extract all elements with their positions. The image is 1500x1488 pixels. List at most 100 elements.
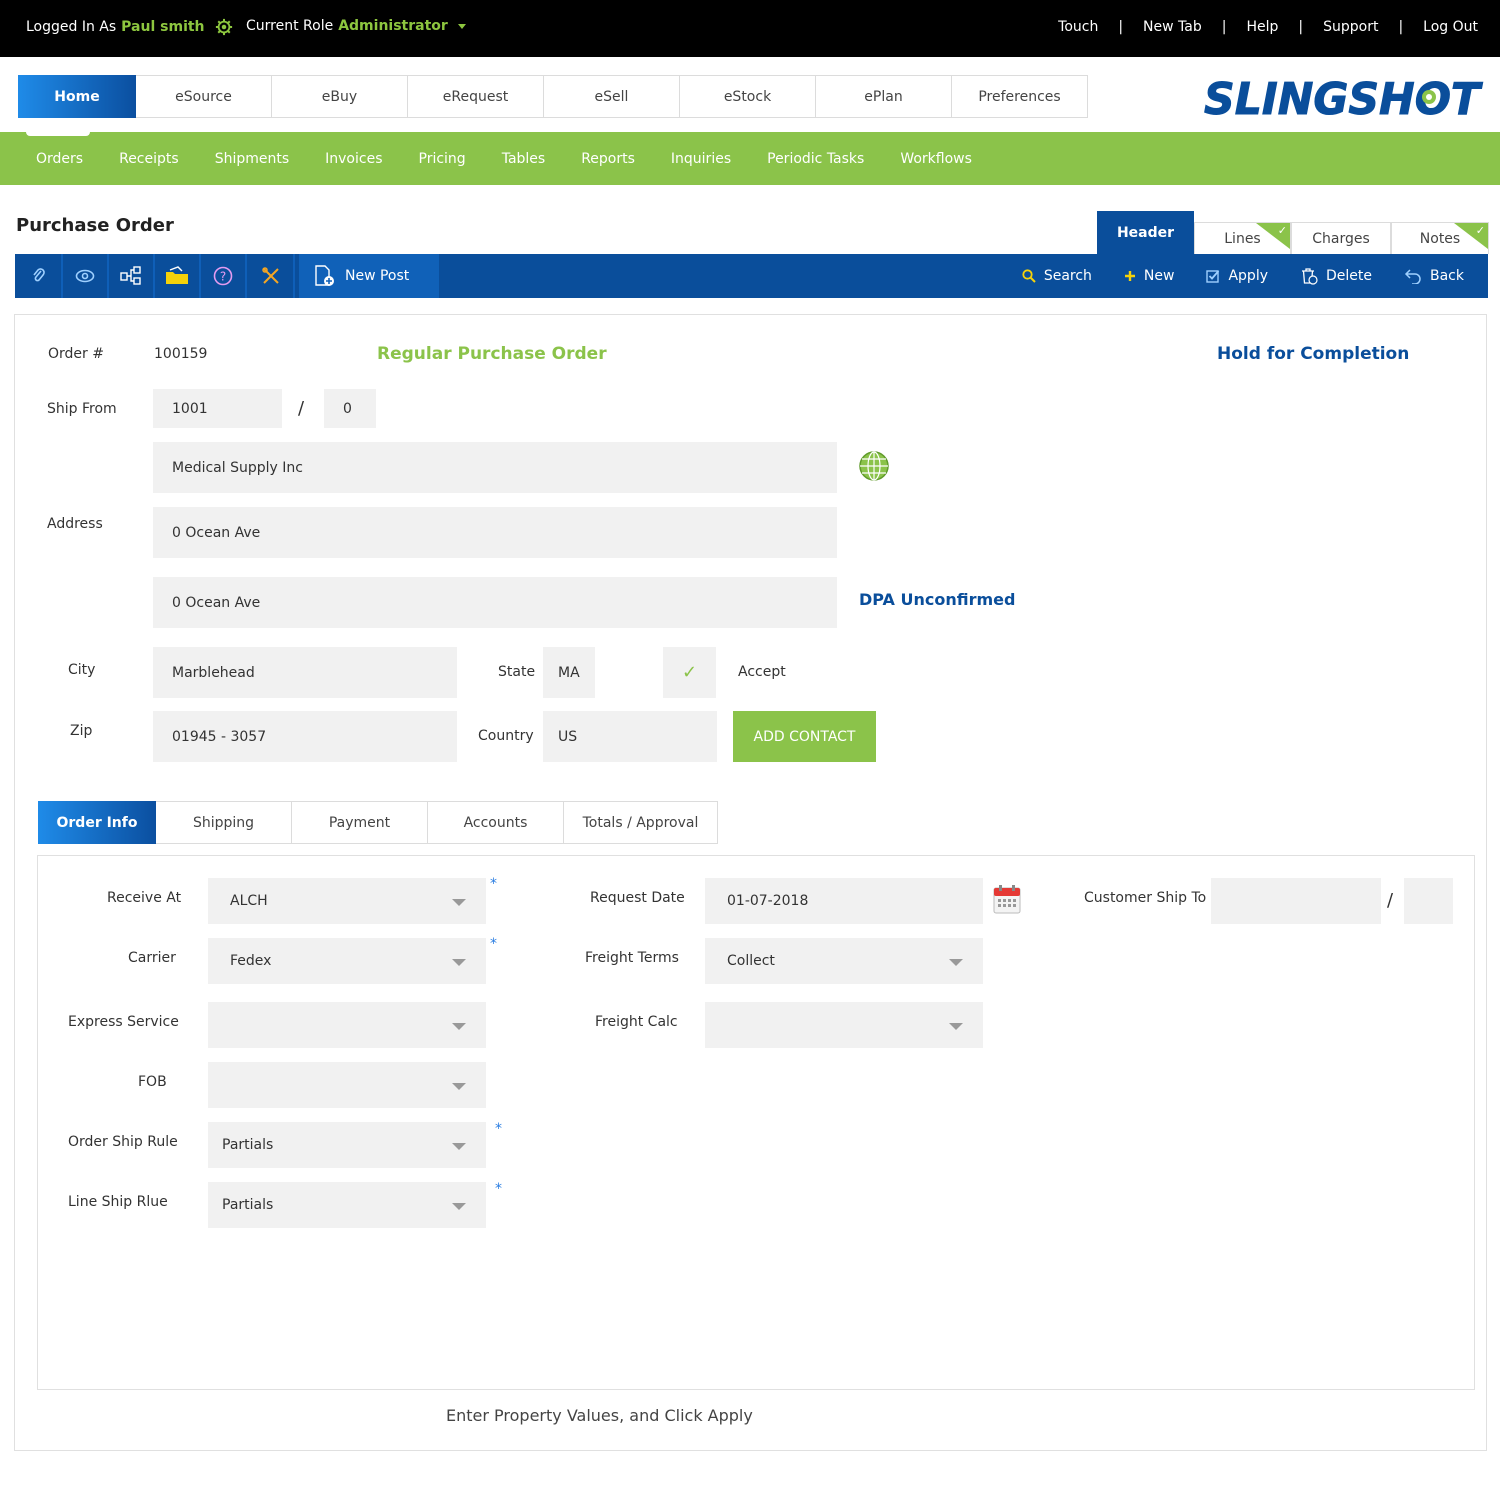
delete-button[interactable]: Delete <box>1300 267 1372 285</box>
chevron-down-icon <box>452 959 466 966</box>
user-name[interactable]: Paul smith <box>121 19 204 35</box>
request-date-label: Request Date <box>590 890 685 906</box>
tab-esell[interactable]: eSell <box>544 75 680 118</box>
gear-icon[interactable] <box>215 18 233 36</box>
chevron-down-icon[interactable] <box>457 23 466 29</box>
back-button[interactable]: Back <box>1404 268 1464 284</box>
chevron-down-icon <box>452 1203 466 1210</box>
tools-button[interactable] <box>249 254 295 298</box>
tab-home[interactable]: Home <box>18 75 136 118</box>
customer-ship-to-suffix-input[interactable] <box>1404 878 1453 924</box>
tab-eplan[interactable]: ePlan <box>816 75 952 118</box>
link-support[interactable]: Support <box>1323 19 1378 35</box>
status-message: Enter Property Values, and Click Apply <box>446 1406 753 1425</box>
chevron-down-icon <box>452 1023 466 1030</box>
country-input[interactable]: US <box>543 711 717 762</box>
tab-preferences[interactable]: Preferences <box>952 75 1088 118</box>
freight-calc-select[interactable] <box>705 1002 983 1048</box>
nav-receipts[interactable]: Receipts <box>119 151 179 167</box>
tab-esource[interactable]: eSource <box>136 75 272 118</box>
required-marker: * <box>490 876 497 892</box>
address-name-input[interactable]: Medical Supply Inc <box>153 442 837 493</box>
add-contact-button[interactable]: ADD CONTACT <box>733 711 876 762</box>
view-button[interactable] <box>63 254 109 298</box>
tab-charges[interactable]: Charges <box>1291 222 1391 254</box>
state-input[interactable]: MA <box>543 647 595 698</box>
nav-tables[interactable]: Tables <box>502 151 546 167</box>
role-selector[interactable]: Current Role Administrator <box>246 18 466 34</box>
line-ship-rule-value: Partials <box>222 1197 274 1213</box>
nav-pricing[interactable]: Pricing <box>419 151 466 167</box>
ship-from-id-input[interactable]: 1001 <box>153 389 282 428</box>
calendar-icon[interactable] <box>993 884 1021 914</box>
tab-totals-approval[interactable]: Totals / Approval <box>564 801 718 844</box>
express-service-select[interactable] <box>208 1002 486 1048</box>
order-status: Hold for Completion <box>1217 344 1410 364</box>
required-marker: * <box>495 1181 502 1197</box>
tab-ebuy[interactable]: eBuy <box>272 75 408 118</box>
role-name[interactable]: Administrator <box>338 18 448 34</box>
hierarchy-icon <box>120 266 141 285</box>
attach-button[interactable] <box>17 254 63 298</box>
tab-shipping[interactable]: Shipping <box>156 801 292 844</box>
address-line1-input[interactable]: 0 Ocean Ave <box>153 507 837 558</box>
hierarchy-button[interactable] <box>109 254 155 298</box>
accept-checkbox[interactable]: ✓ <box>663 647 716 698</box>
customer-ship-to-input[interactable] <box>1211 878 1381 924</box>
tab-payment[interactable]: Payment <box>292 801 428 844</box>
delete-label: Delete <box>1326 268 1372 284</box>
trash-icon <box>1302 268 1318 285</box>
chevron-down-icon <box>452 899 466 906</box>
link-log-out[interactable]: Log Out <box>1423 19 1478 35</box>
link-help[interactable]: Help <box>1246 19 1278 35</box>
express-service-label: Express Service <box>68 1014 179 1030</box>
zip-input[interactable]: 01945 - 3057 <box>153 711 457 762</box>
link-new-tab[interactable]: New Tab <box>1143 19 1202 35</box>
new-post-label: New Post <box>345 268 410 284</box>
help-button[interactable]: ? <box>201 254 247 298</box>
separator: | <box>1398 19 1404 35</box>
help-icon: ? <box>213 266 233 286</box>
link-touch[interactable]: Touch <box>1058 19 1098 35</box>
request-date-input[interactable]: 01-07-2018 <box>705 878 983 924</box>
search-button[interactable]: Search <box>1022 268 1092 284</box>
new-post-button[interactable]: New Post <box>299 254 439 298</box>
apply-button[interactable]: Apply <box>1206 268 1268 284</box>
order-ship-rule-select[interactable]: Partials <box>208 1122 486 1168</box>
zip-value: 01945 - 3057 <box>172 728 267 745</box>
freight-terms-select[interactable]: Collect <box>705 938 983 984</box>
nav-invoices[interactable]: Invoices <box>325 151 382 167</box>
tab-notes[interactable]: Notes ✓ <box>1391 222 1489 254</box>
toolbar: ? New Post Search New Apply Delete Back <box>15 254 1488 298</box>
ship-from-suffix-value: 0 <box>343 400 352 417</box>
address-line1-value: 0 Ocean Ave <box>172 524 261 541</box>
tab-order-info[interactable]: Order Info <box>38 801 156 844</box>
tab-estock[interactable]: eStock <box>680 75 816 118</box>
tab-erequest[interactable]: eRequest <box>408 75 544 118</box>
new-button[interactable]: New <box>1124 268 1175 284</box>
line-ship-rule-select[interactable]: Partials <box>208 1182 486 1228</box>
tab-header[interactable]: Header <box>1097 211 1194 254</box>
tab-accounts[interactable]: Accounts <box>428 801 564 844</box>
nav-reports[interactable]: Reports <box>581 151 635 167</box>
address-line2-input[interactable]: 0 Ocean Ave <box>153 577 837 628</box>
nav-inquiries[interactable]: Inquiries <box>671 151 731 167</box>
nav-shipments[interactable]: Shipments <box>215 151 289 167</box>
nav-periodic-tasks[interactable]: Periodic Tasks <box>767 151 864 167</box>
globe-icon[interactable] <box>858 450 890 482</box>
state-label: State <box>498 664 536 680</box>
receive-at-select[interactable]: ALCH <box>208 878 486 924</box>
carrier-select[interactable]: Fedex <box>208 938 486 984</box>
ship-from-suffix-input[interactable]: 0 <box>324 389 376 428</box>
tab-lines[interactable]: Lines ✓ <box>1194 222 1291 254</box>
folder-button[interactable] <box>155 254 201 298</box>
accept-label: Accept <box>738 664 786 680</box>
nav-workflows[interactable]: Workflows <box>900 151 972 167</box>
top-links: Touch | New Tab | Help | Support | Log O… <box>1058 19 1478 35</box>
separator: | <box>1298 19 1304 35</box>
page-title: Purchase Order <box>16 215 174 236</box>
fob-select[interactable] <box>208 1062 486 1108</box>
city-input[interactable]: Marblehead <box>153 647 457 698</box>
nav-orders[interactable]: Orders <box>36 151 83 167</box>
new-label: New <box>1143 268 1175 284</box>
